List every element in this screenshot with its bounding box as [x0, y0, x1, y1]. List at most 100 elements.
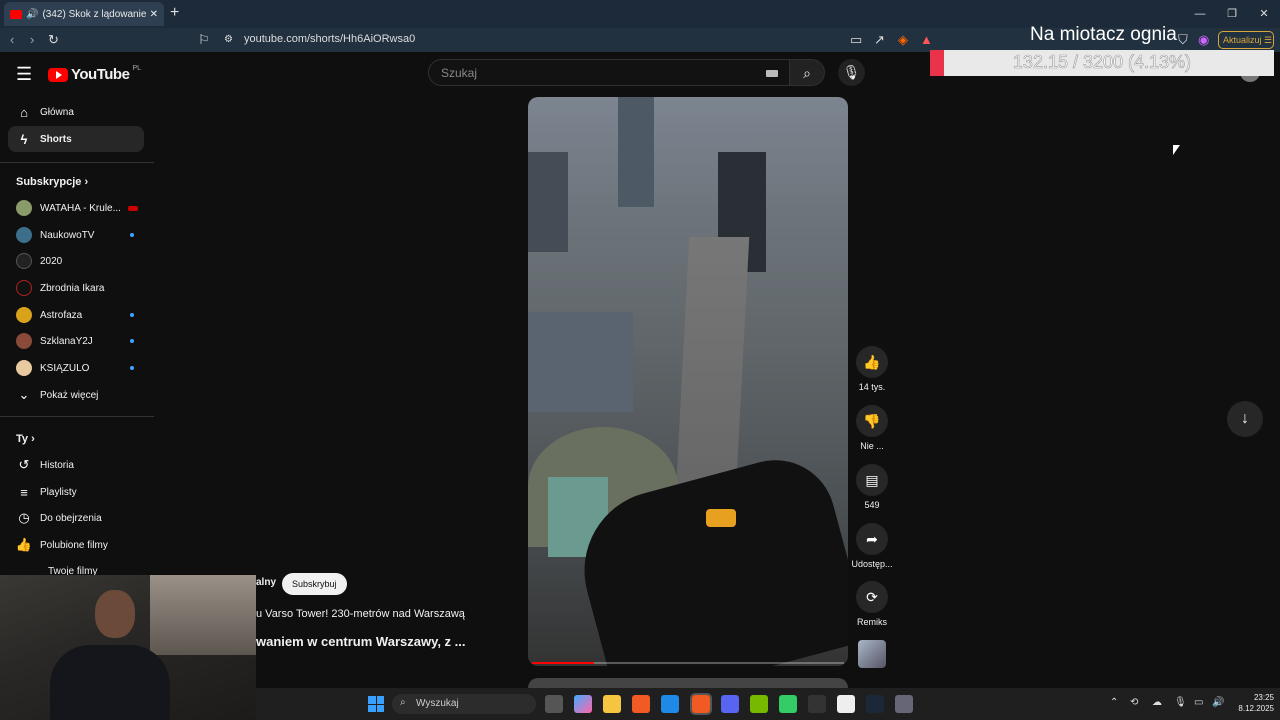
subscriptions-heading[interactable]: Subskrypcje ›	[16, 176, 88, 188]
search-button[interactable]: ⌕	[789, 59, 825, 86]
nvidia-icon[interactable]	[750, 695, 768, 713]
sidebar-item-liked[interactable]: 👍 Polubione filmy	[8, 532, 144, 558]
tray-chevron-icon[interactable]: ⌃	[1110, 697, 1118, 708]
goal-title: Na miotacz ognia	[1030, 24, 1177, 45]
comment-count: 549	[864, 500, 880, 510]
like-button[interactable]: 👍	[856, 346, 888, 378]
sidebar-item-label: Shorts	[40, 133, 72, 145]
steam-icon[interactable]	[866, 695, 884, 713]
sidebar-item-label: Polubione filmy	[40, 539, 108, 551]
bookmark-icon[interactable]: ⚐	[198, 32, 210, 48]
channel-avatar	[16, 253, 32, 269]
site-info-icon[interactable]: ⚙	[224, 34, 233, 45]
forward-icon[interactable]: ›	[30, 32, 34, 47]
sidebar-item-home[interactable]: ⌂ Główna	[8, 99, 144, 125]
short-title[interactable]: waniem w centrum Warszawy, z ...	[256, 634, 466, 649]
app-icon[interactable]	[779, 695, 797, 713]
store-icon[interactable]	[661, 695, 679, 713]
sound-thumbnail[interactable]	[858, 640, 886, 668]
next-short-button[interactable]: ↓	[1227, 401, 1263, 437]
mic-tray-icon[interactable]: 🎙	[1174, 697, 1187, 708]
cast-icon[interactable]: ▭	[850, 32, 862, 48]
dislike-button[interactable]: 👎	[856, 405, 888, 437]
menu-icon[interactable]: ☰	[16, 64, 32, 85]
remix-button[interactable]: ⟳	[856, 581, 888, 613]
browser-tab[interactable]: 🔊 (342) Skok z lądowaniem w c... ✕	[4, 2, 164, 26]
you-heading[interactable]: Ty ›	[16, 433, 35, 445]
youtube-logo[interactable]: YouTube PL	[48, 65, 141, 83]
thumbs-down-icon: 👎	[863, 413, 881, 429]
close-window-icon[interactable]: ✕	[1248, 0, 1280, 28]
taskbar-search[interactable]: Wyszukaj	[392, 694, 536, 714]
brave-active-icon[interactable]	[690, 693, 712, 715]
share-icon: ➦	[866, 531, 878, 547]
audio-icon[interactable]: 🔊	[26, 9, 38, 20]
sidebar-item-subscription[interactable]: Astrofaza	[8, 302, 144, 328]
network-icon[interactable]: ▭	[1194, 697, 1203, 708]
logo-country: PL	[132, 65, 141, 72]
sidebar-item-watch-later[interactable]: ◷ Do obejrzenia	[8, 505, 144, 531]
subscribe-button[interactable]: Subskrybuj	[282, 573, 347, 595]
onedrive-icon[interactable]: ☁	[1152, 697, 1162, 708]
obs-icon[interactable]	[808, 695, 826, 713]
capcut-icon[interactable]	[837, 695, 855, 713]
update-button[interactable]: Aktualizuj ☰	[1218, 31, 1274, 49]
sidebar-item-history[interactable]: ↺ Historia	[8, 452, 144, 478]
channel-name[interactable]: alny	[256, 577, 276, 588]
channel-avatar	[16, 227, 32, 243]
minimize-icon[interactable]: —	[1184, 0, 1216, 28]
brave-browser-icon[interactable]	[632, 695, 650, 713]
brave-shield-icon[interactable]: ◈	[898, 32, 908, 48]
sidebar-item-subscription[interactable]: WATAHA - Krule...	[8, 195, 144, 221]
volume-icon[interactable]: 🔊	[1212, 697, 1224, 708]
close-tab-icon[interactable]: ✕	[150, 9, 158, 20]
task-view-icon[interactable]	[545, 695, 563, 713]
sidebar-item-subscription[interactable]: NaukowoTV	[8, 222, 144, 248]
short-video-player[interactable]	[528, 97, 848, 666]
share-button[interactable]: ➦	[856, 523, 888, 555]
comments-button[interactable]: ▤	[856, 464, 888, 496]
live-indicator-icon	[128, 205, 138, 211]
taskbar-clock[interactable]: 23:25 8.12.2025	[1232, 692, 1274, 714]
streamer-body	[50, 645, 170, 720]
mouse-cursor-icon	[1173, 145, 1180, 155]
sidebar-item-shorts[interactable]: ϟ Shorts	[8, 126, 144, 152]
search-input[interactable]: Szukaj	[441, 66, 477, 80]
file-explorer-icon[interactable]	[603, 695, 621, 713]
search-box[interactable]: Szukaj	[428, 59, 790, 86]
copilot-icon[interactable]	[574, 695, 592, 713]
youtube-favicon-icon	[10, 9, 22, 19]
new-tab-button[interactable]: +	[170, 4, 179, 22]
sidebar-item-subscription[interactable]: KSIĄŻULO	[8, 355, 144, 381]
home-icon: ⌂	[20, 104, 28, 120]
chevron-down-icon: ⌄	[18, 387, 30, 402]
voice-search-button[interactable]: 🎙	[838, 59, 865, 86]
share-page-icon[interactable]: ↗	[874, 32, 885, 48]
discord-icon[interactable]	[721, 695, 739, 713]
url-field[interactable]: youtube.com/shorts/Hh6AiORwsa0	[244, 33, 415, 45]
maximize-icon[interactable]: ❐	[1216, 0, 1248, 28]
keyboard-icon[interactable]	[766, 70, 778, 77]
clock-time: 23:25	[1253, 693, 1274, 702]
search-icon: ⌕	[803, 65, 811, 81]
remix-icon: ⟳	[866, 589, 878, 605]
subscriptions-heading-label: Subskrypcje	[16, 176, 82, 188]
video-progress-bar[interactable]	[532, 662, 844, 664]
background-kitchen	[150, 575, 256, 655]
windows-start-icon[interactable]	[368, 696, 384, 712]
tray-app-icon[interactable]: ⟲	[1130, 697, 1138, 708]
vpn-icon[interactable]: ⛉	[1178, 32, 1188, 48]
back-icon[interactable]: ‹	[10, 32, 14, 47]
sidebar-item-label: Zbrodnia Ikara	[40, 282, 105, 294]
leo-icon[interactable]: ◉	[1198, 32, 1209, 48]
sidebar-item-subscription[interactable]: Zbrodnia Ikara	[8, 275, 144, 301]
sidebar-item-playlists[interactable]: ≡ Playlisty	[8, 479, 144, 505]
rewards-icon[interactable]: ▲	[920, 32, 933, 47]
like-icon: 👍	[15, 537, 33, 552]
sidebar-item-label: NaukowoTV	[40, 229, 95, 241]
show-more-button[interactable]: ⌄ Pokaż więcej	[8, 382, 144, 408]
game-icon[interactable]	[895, 695, 913, 713]
reload-icon[interactable]: ↻	[48, 32, 59, 48]
sidebar-item-subscription[interactable]: 2020	[8, 248, 144, 274]
sidebar-item-subscription[interactable]: SzklanaY2J	[8, 328, 144, 354]
